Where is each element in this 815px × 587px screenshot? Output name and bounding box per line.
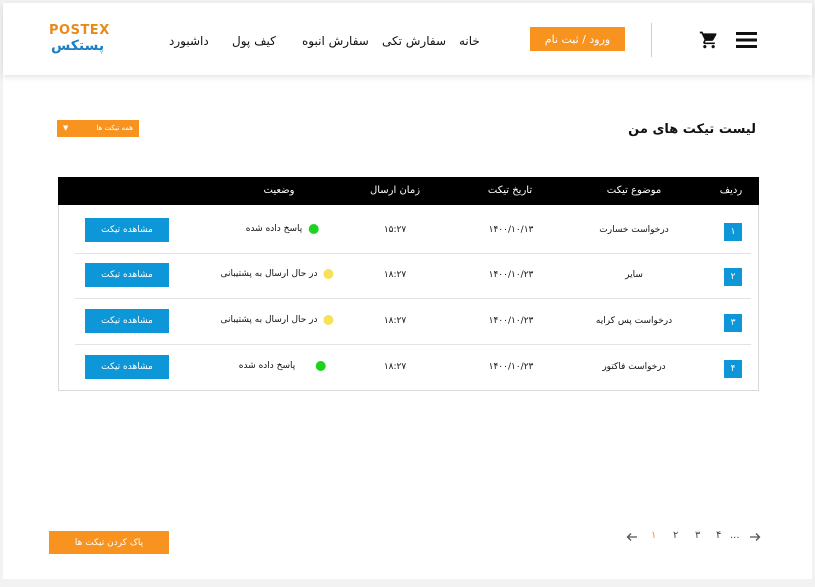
header-subject: موضوع تیکت	[606, 185, 662, 196]
page-title: لیست تیکت های من	[628, 122, 756, 137]
pagination-ellipsis: ...	[730, 530, 740, 541]
row-subject: درخواست فاکتور	[602, 362, 666, 372]
row-index: ۱	[724, 223, 742, 241]
row-status: در حال ارسال به پشتیبانی	[220, 315, 334, 325]
table-row: ۱ درخواست خسارت ۱۴۰۰/۱۰/۱۳ ۱۵:۲۷ پاسخ دا…	[75, 208, 751, 254]
row-status: پاسخ داده شده	[239, 361, 326, 371]
header-date: تاریخ تیکت	[487, 185, 533, 196]
page-3[interactable]: ۳	[695, 530, 700, 541]
arrow-right-icon[interactable]	[749, 531, 761, 543]
header-time: زمان ارسال	[369, 185, 421, 196]
logo-english: POSTEX	[49, 23, 110, 38]
page-1[interactable]: ۱	[651, 530, 656, 541]
status-dot-icon	[315, 361, 326, 371]
row-date: ۱۴۰۰/۱۰/۲۳	[488, 316, 534, 326]
header-divider	[651, 23, 652, 57]
row-time: ۱۸:۲۷	[383, 270, 407, 280]
row-time: ۱۸:۲۷	[383, 316, 407, 326]
table-row: ۲ سایر ۱۴۰۰/۱۰/۲۳ ۱۸:۲۷ در حال ارسال به …	[75, 253, 751, 299]
page-2[interactable]: ۲	[673, 530, 678, 541]
view-ticket-button[interactable]: مشاهده تیکت	[85, 309, 169, 333]
status-text: در حال ارسال به پشتیبانی	[220, 269, 318, 279]
table-header: ردیف موضوع تیکت تاریخ تیکت زمان ارسال وض…	[58, 177, 759, 205]
row-subject: سایر	[625, 270, 643, 280]
filter-selected-label: همه تیکت ها	[96, 124, 133, 132]
view-ticket-button[interactable]: مشاهده تیکت	[85, 218, 169, 242]
header-status: وضعیت	[263, 185, 295, 196]
nav-dashboard[interactable]: داشبورد	[169, 34, 209, 48]
table-row: ۳ درخواست پس کرایه ۱۴۰۰/۱۰/۲۳ ۱۸:۲۷ در ح…	[75, 299, 751, 345]
logo[interactable]: POSTEX پستکس	[49, 23, 109, 57]
nav-home[interactable]: خانه	[459, 34, 480, 48]
row-subject: درخواست پس کرایه	[595, 316, 673, 326]
login-register-button[interactable]: ورود / ثبت نام	[530, 27, 625, 51]
page-4[interactable]: ۴	[716, 530, 721, 541]
ticket-filter-dropdown[interactable]: ▼ همه تیکت ها	[57, 120, 139, 137]
row-index: ۳	[724, 314, 742, 332]
hamburger-menu-icon[interactable]	[736, 32, 757, 48]
row-time: ۱۵:۲۷	[383, 225, 407, 235]
nav-single-order[interactable]: سفارش تکی	[382, 34, 446, 48]
nav-wallet[interactable]: کیف پول	[232, 34, 276, 48]
view-ticket-button[interactable]: مشاهده تیکت	[85, 263, 169, 287]
nav-bulk-order[interactable]: سفارش انبوه	[302, 34, 369, 48]
status-dot-icon	[308, 224, 319, 234]
view-ticket-button[interactable]: مشاهده تیکت	[85, 355, 169, 379]
status-text: پاسخ داده شده	[245, 224, 303, 234]
header: POSTEX پستکس داشبورد کیف پول سفارش انبوه…	[3, 3, 812, 75]
tickets-table: ردیف موضوع تیکت تاریخ تیکت زمان ارسال وض…	[58, 177, 759, 391]
page: POSTEX پستکس داشبورد کیف پول سفارش انبوه…	[3, 3, 812, 579]
header-index: ردیف	[719, 185, 743, 196]
row-date: ۱۴۰۰/۱۰/۱۳	[488, 225, 534, 235]
row-date: ۱۴۰۰/۱۰/۲۳	[488, 362, 534, 372]
status-dot-icon	[323, 269, 334, 279]
arrow-left-icon[interactable]	[626, 531, 638, 543]
row-status: پاسخ داده شده	[246, 224, 319, 234]
row-date: ۱۴۰۰/۱۰/۲۳	[488, 270, 534, 280]
cart-icon[interactable]	[698, 30, 720, 50]
row-index: ۲	[724, 268, 742, 286]
row-subject: درخواست خسارت	[599, 225, 669, 235]
table-row: ۴ درخواست فاکتور ۱۴۰۰/۱۰/۲۳ ۱۸:۲۷ پاسخ د…	[75, 345, 751, 391]
row-time: ۱۸:۲۷	[383, 362, 407, 372]
status-text: در حال ارسال به پشتیبانی	[220, 315, 318, 325]
logo-persian: پستکس	[51, 38, 105, 54]
chevron-down-icon: ▼	[63, 124, 69, 132]
status-text: پاسخ داده شده	[238, 361, 296, 371]
row-index: ۴	[724, 360, 742, 378]
status-dot-icon	[323, 315, 334, 325]
clear-tickets-button[interactable]: پاک کردن تیکت ها	[49, 531, 169, 554]
row-status: در حال ارسال به پشتیبانی	[220, 269, 334, 279]
